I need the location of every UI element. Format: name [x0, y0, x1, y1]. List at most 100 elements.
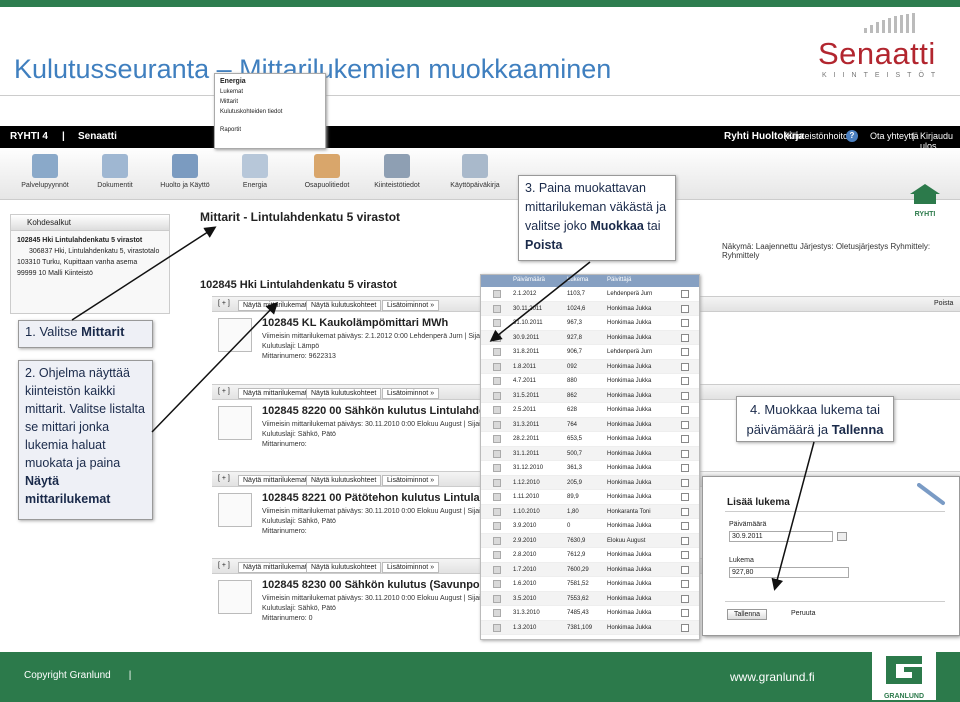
help-icon[interactable]: ? — [846, 130, 858, 142]
row-menu-arrow-icon[interactable] — [493, 377, 501, 385]
row-menu-arrow-icon[interactable] — [493, 580, 501, 588]
row-checkbox[interactable] — [681, 609, 689, 617]
cancel-button[interactable]: Peruuta — [785, 609, 822, 618]
reading-row[interactable]: 31.10.2011 967,3 Honkimaa Jukka — [481, 316, 699, 331]
row-checkbox[interactable] — [681, 464, 689, 472]
row-menu-arrow-icon[interactable] — [493, 536, 501, 545]
row-checkbox[interactable] — [681, 551, 689, 559]
menu-item-reports[interactable]: Raportit — [220, 125, 320, 135]
toolbar-item-maintenance[interactable]: Huolto ja Käyttö — [150, 154, 220, 189]
row-menu-arrow-icon[interactable] — [493, 290, 501, 298]
reading-row[interactable]: 2.9.2010 7630,9 Elokuu August — [481, 533, 699, 548]
row-menu-arrow-icon[interactable] — [493, 362, 501, 371]
reading-row[interactable]: 1.7.2010 7600,29 Honkimaa Jukka — [481, 562, 699, 577]
row-menu-arrow-icon[interactable] — [493, 391, 501, 400]
menu-item-readings[interactable]: Lukemat — [220, 87, 320, 97]
reading-row[interactable]: 1.6.2010 7581,52 Honkimaa Jukka — [481, 577, 699, 592]
reading-row[interactable]: 28.2.2011 653,5 Honkimaa Jukka — [481, 432, 699, 447]
menu-item-targets[interactable]: Kulutuskohteiden tiedot — [220, 107, 320, 117]
reading-row[interactable]: 1.8.2011 092 Honkimaa Jukka — [481, 359, 699, 374]
show-targets-button[interactable]: Näytä kulutuskohteet — [306, 300, 382, 311]
row-menu-arrow-icon[interactable] — [493, 551, 501, 559]
row-checkbox[interactable] — [681, 493, 689, 501]
more-actions-button[interactable]: Lisätoiminnot » — [382, 475, 440, 486]
reading-row[interactable]: 30.9.2011 927,8 Honkimaa Jukka — [481, 330, 699, 345]
show-readings-button[interactable]: Näytä mittarilukemat — [238, 475, 312, 486]
calendar-icon[interactable] — [837, 532, 847, 541]
row-checkbox[interactable] — [681, 377, 689, 385]
row-menu-arrow-icon[interactable] — [493, 348, 501, 356]
reading-row[interactable]: 2.1.2012 1103,7 Lehdenperä Jurn — [481, 287, 699, 302]
row-checkbox[interactable] — [681, 391, 689, 400]
row-menu-arrow-icon[interactable] — [493, 406, 501, 414]
show-readings-button[interactable]: Näytä mittarilukemat — [238, 300, 312, 311]
row-menu-arrow-icon[interactable] — [493, 464, 501, 472]
row-checkbox[interactable] — [681, 522, 689, 530]
reading-row[interactable]: 1.12.2010 205,9 Honkimaa Jukka — [481, 475, 699, 490]
reading-row[interactable]: 2.8.2010 7612,9 Honkimaa Jukka — [481, 548, 699, 563]
show-targets-button[interactable]: Näytä kulutuskohteet — [306, 562, 382, 573]
toolbar-item-service-requests[interactable]: Palvelupyynnöt — [10, 154, 80, 189]
reading-row[interactable]: 31.5.2011 862 Honkimaa Jukka — [481, 388, 699, 403]
row-checkbox[interactable] — [681, 333, 689, 342]
row-checkbox[interactable] — [681, 406, 689, 414]
row-checkbox[interactable] — [681, 304, 689, 313]
row-checkbox[interactable] — [681, 362, 689, 371]
reading-row[interactable]: 31.1.2011 500,7 Honkimaa Jukka — [481, 446, 699, 461]
reading-row[interactable]: 4.7.2011 880 Honkimaa Jukka — [481, 374, 699, 389]
row-menu-arrow-icon[interactable] — [493, 594, 501, 603]
row-checkbox[interactable] — [681, 623, 689, 632]
reading-row[interactable]: 1.10.2010 1,80 Honkaranta Toni — [481, 504, 699, 519]
tree-item[interactable]: 306837 Hki, Lintulahdenkatu 5, virastota… — [17, 246, 163, 257]
tree-item[interactable]: 103310 Turku, Kupittaan vanha asema — [17, 257, 163, 268]
tree-item[interactable]: 102845 Hki Lintulahdenkatu 5 virastot — [17, 235, 163, 246]
row-menu-arrow-icon[interactable] — [493, 420, 501, 429]
reading-row[interactable]: 30.11.2011 1024,6 Honkimaa Jukka — [481, 301, 699, 316]
add-button[interactable]: [ + ] — [218, 475, 230, 482]
row-checkbox[interactable] — [681, 449, 689, 458]
toolbar-item-logbook[interactable]: Käyttöpäiväkirja — [440, 154, 510, 189]
toolbar-item-parties[interactable]: Osapuolitiedot — [292, 154, 362, 189]
date-input[interactable]: 30.9.2011 — [729, 531, 833, 542]
row-menu-arrow-icon[interactable] — [493, 609, 501, 617]
row-menu-arrow-icon[interactable] — [493, 449, 501, 458]
reading-row[interactable]: 31.8.2011 906,7 Lehdenperä Jurn — [481, 345, 699, 360]
row-menu-arrow-icon[interactable] — [493, 522, 501, 530]
view-options[interactable]: Näkymä: Laajennettu Järjestys: Oletusjär… — [722, 242, 960, 260]
reading-row[interactable]: 1.11.2010 89,9 Honkimaa Jukka — [481, 490, 699, 505]
save-button[interactable]: Tallenna — [727, 609, 768, 620]
more-actions-button[interactable]: Lisätoiminnot » — [382, 562, 440, 573]
show-readings-button[interactable]: Näytä mittarilukemat — [238, 562, 312, 573]
row-checkbox[interactable] — [681, 348, 689, 356]
row-checkbox[interactable] — [681, 420, 689, 429]
row-menu-arrow-icon[interactable] — [493, 565, 501, 574]
reading-row[interactable]: 31.12.2010 361,3 Honkimaa Jukka — [481, 461, 699, 476]
toolbar-item-energy[interactable]: Energia — [220, 154, 290, 189]
reading-row[interactable]: 3.5.2010 7553,62 Honkimaa Jukka — [481, 591, 699, 606]
row-menu-arrow-icon[interactable] — [493, 333, 501, 342]
delete-link[interactable]: Poista — [934, 300, 953, 307]
row-checkbox[interactable] — [681, 478, 689, 487]
reading-row[interactable]: 3.9.2010 0 Honkimaa Jukka — [481, 519, 699, 534]
row-checkbox[interactable] — [681, 435, 689, 443]
show-readings-button[interactable]: Näytä mittarilukemat — [238, 388, 312, 399]
row-menu-arrow-icon[interactable] — [493, 623, 501, 632]
show-targets-button[interactable]: Näytä kulutuskohteet — [306, 475, 382, 486]
reading-input[interactable]: 927,80 — [729, 567, 849, 578]
reading-row[interactable]: 31.3.2011 764 Honkimaa Jukka — [481, 417, 699, 432]
row-checkbox[interactable] — [681, 580, 689, 588]
reading-row[interactable]: 31.3.2010 7485,43 Honkimaa Jukka — [481, 606, 699, 621]
toolbar-item-documents[interactable]: Dokumentit — [80, 154, 150, 189]
row-checkbox[interactable] — [681, 536, 689, 545]
more-actions-button[interactable]: Lisätoiminnot » — [382, 388, 440, 399]
row-menu-arrow-icon[interactable] — [493, 478, 501, 487]
row-checkbox[interactable] — [681, 565, 689, 574]
row-menu-arrow-icon[interactable] — [493, 493, 501, 501]
reading-row[interactable]: 2.5.2011 628 Honkimaa Jukka — [481, 403, 699, 418]
row-menu-arrow-icon[interactable] — [493, 435, 501, 443]
row-menu-arrow-icon[interactable] — [493, 507, 501, 516]
tree-item[interactable]: 99999 10 Malli Kiinteistö — [17, 268, 163, 279]
show-targets-button[interactable]: Näytä kulutuskohteet — [306, 388, 382, 399]
add-button[interactable]: [ + ] — [218, 388, 230, 395]
row-checkbox[interactable] — [681, 594, 689, 603]
